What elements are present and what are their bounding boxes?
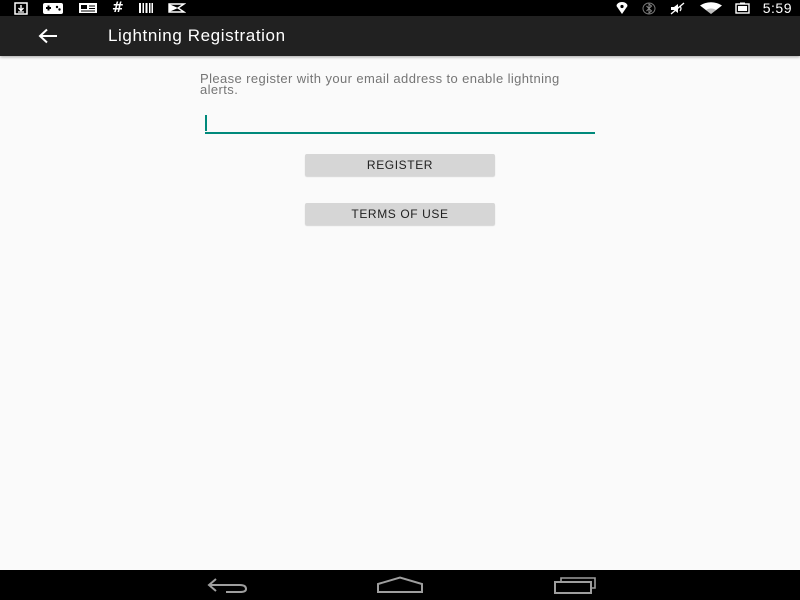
nav-back-button[interactable] [198, 573, 258, 597]
flag-icon [168, 1, 186, 15]
wifi-icon [699, 1, 723, 15]
email-field[interactable] [205, 114, 595, 134]
register-button[interactable]: REGISTER [305, 154, 495, 176]
navigation-bar [0, 570, 800, 600]
status-notifications: # [14, 0, 186, 16]
battery-icon [735, 1, 751, 15]
nav-back-icon [207, 578, 248, 593]
back-button[interactable] [34, 24, 62, 48]
hash-icon: # [112, 0, 124, 16]
news-icon [78, 1, 98, 15]
nav-home-icon [377, 576, 423, 593]
screen: # 5:59 Lightning Registration Please reg… [0, 0, 800, 600]
nav-recents-button[interactable] [542, 573, 602, 597]
download-icon [14, 1, 28, 15]
mute-icon [669, 1, 687, 15]
status-system: 5:59 [615, 0, 792, 16]
status-time: 5:59 [762, 0, 792, 16]
text-cursor [205, 115, 207, 131]
bluetooth-icon [641, 1, 657, 15]
terms-of-use-button[interactable]: TERMS OF USE [305, 203, 495, 225]
status-bar: # 5:59 [0, 0, 800, 16]
nav-home-button[interactable] [370, 573, 430, 597]
page-title: Lightning Registration [108, 26, 286, 45]
barcode-icon [138, 1, 154, 15]
location-icon [615, 1, 629, 15]
registration-form: Please register with your email address … [0, 56, 800, 570]
gamepad-icon [42, 1, 64, 15]
app-bar: Lightning Registration [0, 16, 800, 56]
arrow-back-icon [38, 28, 57, 44]
registration-instructions: Please register with your email address … [200, 71, 560, 97]
nav-recents-icon [554, 577, 596, 594]
